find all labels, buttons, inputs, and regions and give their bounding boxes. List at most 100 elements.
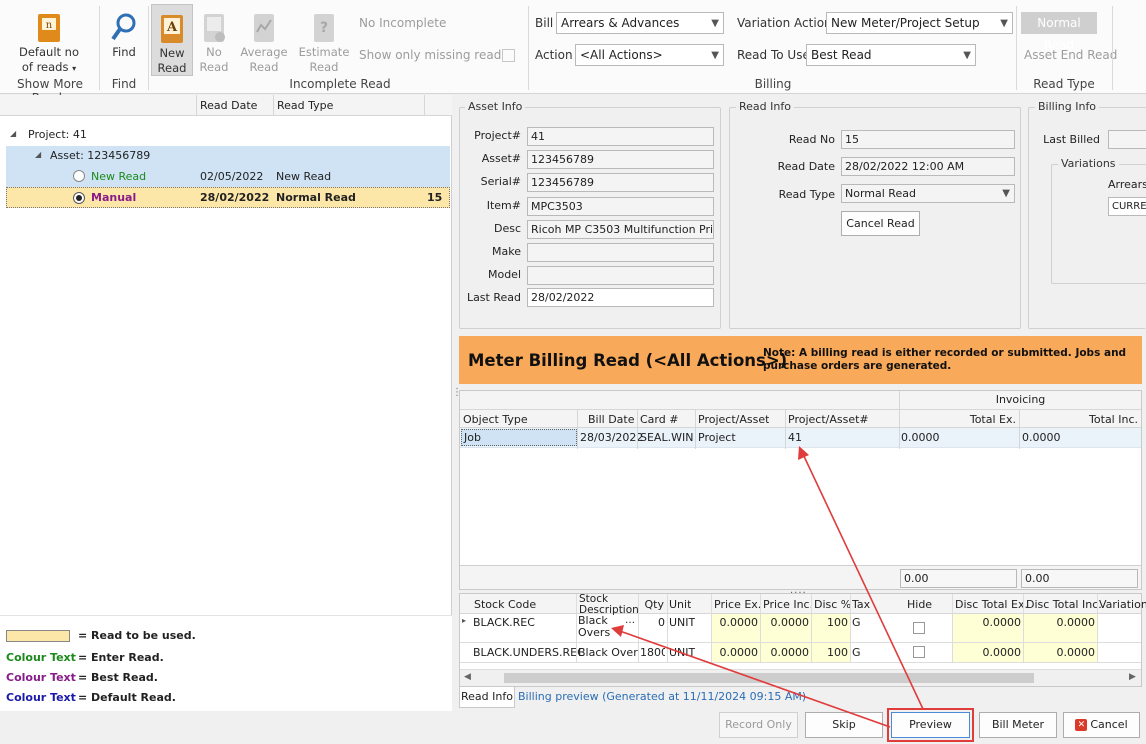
col-variation[interactable]: Variation	[1099, 598, 1146, 611]
cell-stock-desc[interactable]: Black Overs	[578, 646, 638, 659]
cell-disc-total-ex[interactable]: 0.0000	[953, 643, 1023, 662]
chevron-down-icon: ▼	[963, 50, 971, 61]
cell-price-inc[interactable]: 0.0000	[761, 614, 811, 642]
collapse-triangle-icon[interactable]: ◢	[35, 150, 41, 159]
tree-row-new-read[interactable]: New Read 02/05/2022 New Read	[6, 166, 450, 187]
read-type-value: Normal Read	[845, 187, 916, 200]
field-make[interactable]	[527, 243, 714, 262]
desc-line-2: Overs	[578, 626, 611, 639]
read-no-label: Read No	[788, 133, 835, 146]
read-type-select[interactable]: Normal Read ▼	[841, 184, 1015, 203]
cell-disc[interactable]: 100	[812, 614, 850, 642]
new-read-button[interactable]: A New Read	[151, 4, 193, 76]
field-serial[interactable]: 123456789	[527, 173, 714, 192]
cell-price-ex[interactable]: 0.0000	[712, 614, 760, 642]
hide-checkbox[interactable]	[913, 646, 925, 658]
col-price-ex[interactable]: Price Ex.	[714, 598, 761, 611]
cell-disc-total-inc[interactable]: 0.0000	[1024, 614, 1097, 642]
field-project[interactable]: 41	[527, 127, 714, 146]
cell-disc[interactable]: 100	[812, 643, 850, 662]
no-incomplete-button[interactable]: No Incomplete	[359, 16, 446, 31]
no-read-button[interactable]: No Read	[196, 4, 232, 76]
col-project-asset-no[interactable]: Project/Asset#	[788, 413, 869, 426]
col-total-inc[interactable]: Total Inc.	[1020, 413, 1138, 426]
col-disc-total-ex[interactable]: Disc Total Ex.	[955, 598, 1028, 611]
radio-dot-icon	[76, 195, 82, 201]
col-hide[interactable]: Hide	[907, 598, 932, 611]
cell-stock-desc[interactable]: Black Overs	[578, 615, 610, 639]
tab-billing-preview[interactable]: Billing preview (Generated at 11/11/2024…	[518, 690, 806, 703]
show-only-missing-checkbox[interactable]	[502, 49, 515, 62]
col-read-date[interactable]: Read Date	[200, 99, 257, 112]
last-billed-field[interactable]	[1108, 130, 1146, 149]
col-tax[interactable]: Tax	[852, 598, 870, 611]
field-model[interactable]	[527, 266, 714, 285]
col-price-inc[interactable]: Price Inc.	[763, 598, 813, 611]
tree-node-asset[interactable]: ◢ Asset: 123456789	[6, 146, 450, 166]
tree-node-project[interactable]: ◢ Project: 41	[6, 125, 452, 145]
stock-row[interactable]: BLACK.UNDERS.REC Black Overs 1800 UNIT 0…	[460, 643, 1141, 663]
average-read-button[interactable]: Average Read	[238, 4, 290, 76]
scrollbar-thumb[interactable]	[504, 673, 1034, 683]
tab-read-info[interactable]: Read Info	[459, 687, 515, 708]
default-no-reads-button[interactable]: n Default no of reads ▾	[10, 4, 88, 76]
bill-meter-button[interactable]: Bill Meter	[979, 712, 1057, 738]
radio-button-selected[interactable]	[73, 192, 85, 204]
asset-end-read-button[interactable]: Asset End Read	[1024, 48, 1117, 63]
col-card[interactable]: Card #	[640, 413, 678, 426]
cell-disc-total-ex[interactable]: 0.0000	[953, 614, 1023, 642]
record-only-button[interactable]: Record Only	[719, 712, 798, 738]
read-no-field[interactable]: 15	[841, 130, 1015, 149]
cell-stock-code: BLACK.REC	[473, 616, 535, 629]
cell-price-ex[interactable]: 0.0000	[712, 643, 760, 662]
read-date-field[interactable]: 28/02/2022 12:00 AM	[841, 157, 1015, 176]
field-last-read[interactable]: 28/02/2022	[527, 288, 714, 307]
col-total-ex[interactable]: Total Ex.	[900, 413, 1016, 426]
col-bill-date[interactable]: Bill Date	[588, 413, 635, 426]
field-asset[interactable]: 123456789	[527, 150, 714, 169]
scroll-right-icon[interactable]: ▶	[1129, 672, 1136, 682]
no-read-label-2: Read	[199, 60, 229, 74]
dropdown-arrow-icon: ▾	[72, 64, 77, 73]
col-object-type[interactable]: Object Type	[463, 413, 528, 426]
tree-row-manual[interactable]: Manual 28/02/2022 Normal Read 15	[6, 187, 450, 208]
read-date: 02/05/2022	[200, 170, 264, 183]
col-read-type[interactable]: Read Type	[277, 99, 333, 112]
collapse-triangle-icon[interactable]: ◢	[10, 129, 16, 138]
cell-disc-total-inc[interactable]: 0.0000	[1024, 643, 1097, 662]
variation-action-select[interactable]: New Meter/Project Setup ▼	[826, 12, 1013, 34]
hide-checkbox[interactable]	[913, 622, 925, 634]
read-to-use-select[interactable]: Best Read ▼	[806, 44, 976, 66]
cell-price-inc[interactable]: 0.0000	[761, 643, 811, 662]
col-unit[interactable]: Unit	[669, 598, 691, 611]
normal-read-button[interactable]: Normal Read	[1021, 12, 1097, 52]
jobs-grid-row[interactable]: Job 28/03/2022 SEAL.WINS Project 41 0.00…	[460, 428, 1141, 448]
read-date-label: Read Date	[777, 160, 835, 173]
ellipsis-button[interactable]: …	[625, 615, 635, 626]
arrears-field[interactable]: CURRE	[1108, 197, 1146, 216]
col-disc-total-inc[interactable]: Disc Total Inc.	[1026, 598, 1102, 611]
estimate-read-label: Estimate	[298, 45, 350, 59]
scroll-left-icon[interactable]: ◀	[464, 672, 471, 682]
horizontal-scrollbar[interactable]: ◀ ▶	[460, 669, 1141, 686]
bill-select[interactable]: Arrears & Advances ▼	[556, 12, 724, 34]
skip-button[interactable]: Skip	[805, 712, 883, 738]
col-project-asset[interactable]: Project/Asset	[698, 413, 769, 426]
stock-row[interactable]: ▸ BLACK.REC Black Overs … 0 UNIT 0.0000 0…	[460, 614, 1141, 643]
cell-object-type[interactable]: Job	[461, 429, 577, 446]
field-item[interactable]: MPC3503	[527, 197, 714, 216]
col-stock-desc[interactable]: Stock Description	[579, 594, 639, 616]
splitter-handle[interactable]: ⋮	[452, 388, 462, 414]
col-disc[interactable]: Disc %	[814, 598, 851, 611]
find-button[interactable]: Find	[104, 4, 144, 76]
col-qty[interactable]: Qty	[644, 598, 664, 611]
action-select[interactable]: <All Actions> ▼	[575, 44, 724, 66]
cancel-read-button[interactable]: Cancel Read	[841, 211, 920, 236]
cancel-button[interactable]: ✕ Cancel	[1063, 712, 1140, 738]
field-label-make: Make	[492, 245, 521, 258]
radio-button[interactable]	[73, 170, 85, 182]
col-stock-code[interactable]: Stock Code	[474, 598, 536, 611]
field-desc[interactable]: Ricoh MP C3503 Multifunction Printer -	[527, 220, 714, 239]
estimate-read-button[interactable]: ? Estimate Read	[298, 4, 350, 76]
jobs-grid-header: Object Type Bill Date Card # Project/Ass…	[460, 409, 1141, 428]
